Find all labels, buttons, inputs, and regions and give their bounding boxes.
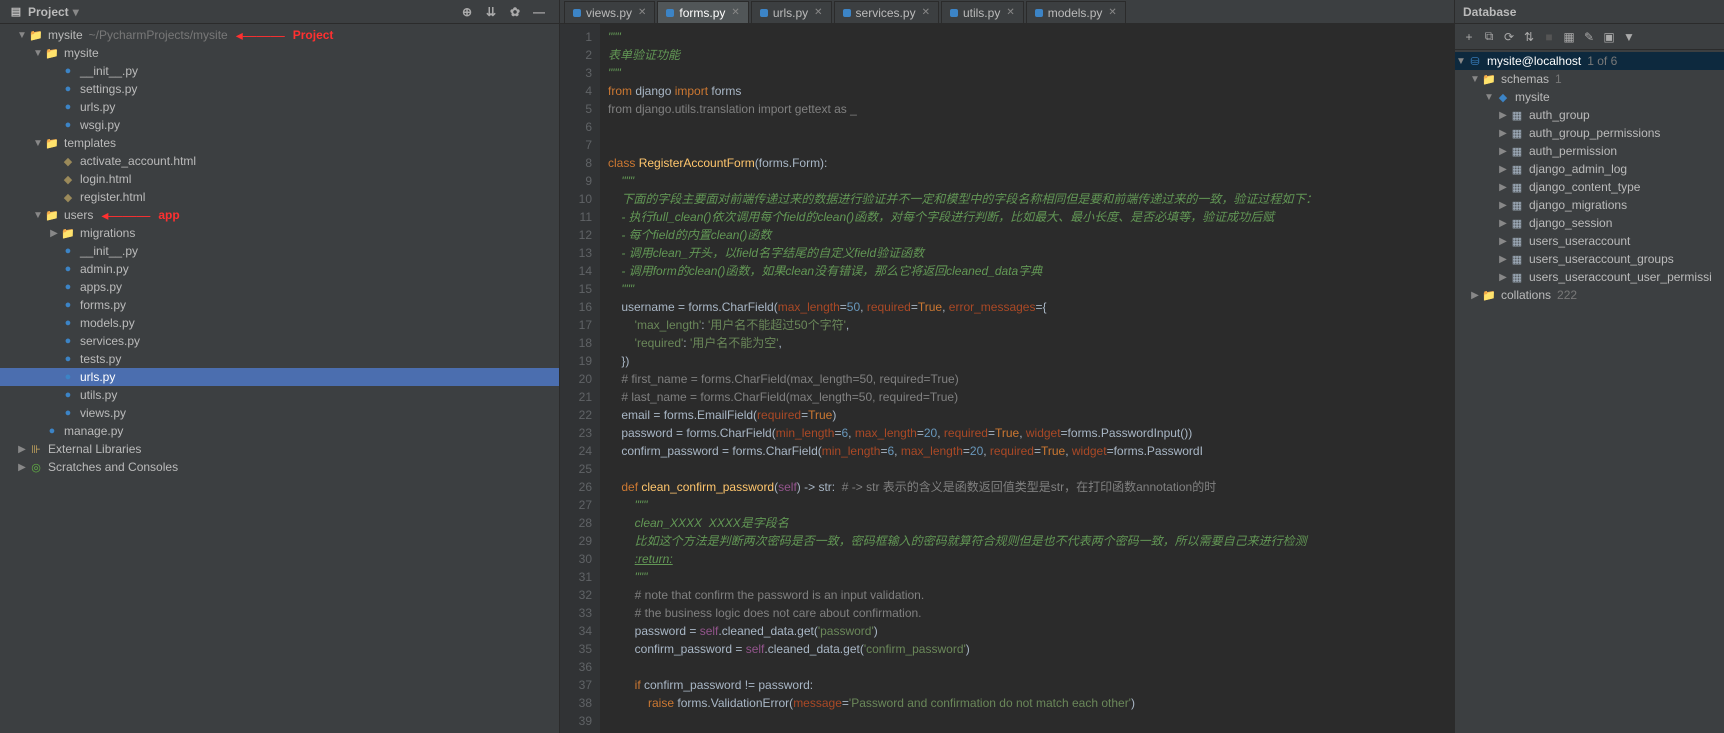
project-header: ▤ Project ▾ ⊕ ⇊ ✿ — bbox=[0, 0, 559, 24]
editor-tab[interactable]: urls.py✕ bbox=[751, 1, 832, 23]
editor-panel: views.py✕forms.py✕urls.py✕services.py✕ut… bbox=[560, 0, 1454, 733]
add-icon[interactable]: + bbox=[1459, 27, 1479, 47]
project-tree[interactable]: ▼📁mysite~/PycharmProjects/mysite◂———Proj… bbox=[0, 24, 559, 733]
database-header: Database bbox=[1455, 0, 1724, 24]
tree-node[interactable]: ●settings.py bbox=[0, 80, 559, 98]
db-tree-node[interactable]: ▶▦users_useraccount_user_permissi bbox=[1455, 268, 1724, 286]
editor-tab[interactable]: utils.py✕ bbox=[941, 1, 1024, 23]
database-tool-window: Database + ⧉ ⟳ ⇅ ■ ▦ ✎ ▣ ▼ ▼⛁mysite@loca… bbox=[1454, 0, 1724, 733]
tree-node[interactable]: ▶⊪External Libraries bbox=[0, 440, 559, 458]
db-tree-node[interactable]: ▶▦django_session bbox=[1455, 214, 1724, 232]
close-icon[interactable]: ✕ bbox=[922, 7, 930, 18]
close-icon[interactable]: ✕ bbox=[731, 7, 739, 18]
editor-tab[interactable]: models.py✕ bbox=[1026, 1, 1126, 23]
db-tree-node[interactable]: ▶▦users_useraccount bbox=[1455, 232, 1724, 250]
tree-node[interactable]: ●tests.py bbox=[0, 350, 559, 368]
db-tree-node[interactable]: ▶▦users_useraccount_groups bbox=[1455, 250, 1724, 268]
db-tree-node[interactable]: ▶▦auth_group_permissions bbox=[1455, 124, 1724, 142]
code-editor[interactable]: 1234567891011121314151617181920212223242… bbox=[560, 24, 1454, 733]
editor-tab[interactable]: forms.py✕ bbox=[657, 1, 748, 23]
tree-node[interactable]: ●utils.py bbox=[0, 386, 559, 404]
database-title: Database bbox=[1463, 5, 1516, 19]
code-area[interactable]: """ 表单验证功能 """ from django import forms … bbox=[600, 24, 1454, 733]
tree-node[interactable]: ●admin.py bbox=[0, 260, 559, 278]
db-tree-node[interactable]: ▶▦django_migrations bbox=[1455, 196, 1724, 214]
tree-node[interactable]: ●models.py bbox=[0, 314, 559, 332]
close-icon[interactable]: ✕ bbox=[814, 7, 822, 18]
editor-tab[interactable]: views.py✕ bbox=[564, 1, 655, 23]
tree-node[interactable]: ●forms.py bbox=[0, 296, 559, 314]
edit-icon[interactable]: ✎ bbox=[1579, 27, 1599, 47]
refresh-icon[interactable]: ⟳ bbox=[1499, 27, 1519, 47]
project-icon: ▤ bbox=[8, 5, 24, 19]
tree-node[interactable]: ▼📁templates bbox=[0, 134, 559, 152]
tree-node[interactable]: ●urls.py bbox=[0, 368, 559, 386]
db-tree-node[interactable]: ▶📁collations222 bbox=[1455, 286, 1724, 304]
tree-node[interactable]: ▶📁migrations bbox=[0, 224, 559, 242]
db-tree-node[interactable]: ▶▦django_content_type bbox=[1455, 178, 1724, 196]
close-icon[interactable]: ✕ bbox=[638, 7, 646, 18]
db-tree-node[interactable]: ▶▦auth_group bbox=[1455, 106, 1724, 124]
tree-node[interactable]: ▼📁mysite~/PycharmProjects/mysite◂———Proj… bbox=[0, 26, 559, 44]
tree-node[interactable]: ▶◎Scratches and Consoles bbox=[0, 458, 559, 476]
db-tree-node[interactable]: ▼⛁mysite@localhost1 of 6 bbox=[1455, 52, 1724, 70]
tree-node[interactable]: ●apps.py bbox=[0, 278, 559, 296]
stop-icon[interactable]: ■ bbox=[1539, 27, 1559, 47]
tree-node[interactable]: ◆register.html bbox=[0, 188, 559, 206]
hide-icon[interactable]: — bbox=[530, 3, 548, 21]
tree-node[interactable]: ●services.py bbox=[0, 332, 559, 350]
database-toolbar: + ⧉ ⟳ ⇅ ■ ▦ ✎ ▣ ▼ bbox=[1455, 24, 1724, 50]
tree-node[interactable]: ●manage.py bbox=[0, 422, 559, 440]
table-icon[interactable]: ▦ bbox=[1559, 27, 1579, 47]
line-gutter: 1234567891011121314151617181920212223242… bbox=[560, 24, 600, 733]
tree-node[interactable]: ●__init__.py bbox=[0, 62, 559, 80]
database-tree[interactable]: ▼⛁mysite@localhost1 of 6▼📁schemas1▼◆mysi… bbox=[1455, 50, 1724, 733]
tree-node[interactable]: ▼📁mysite bbox=[0, 44, 559, 62]
locate-icon[interactable]: ⊕ bbox=[458, 3, 476, 21]
duplicate-icon[interactable]: ⧉ bbox=[1479, 27, 1499, 47]
tree-node[interactable]: ◆login.html bbox=[0, 170, 559, 188]
close-icon[interactable]: ✕ bbox=[1108, 7, 1116, 18]
tree-node[interactable]: ●__init__.py bbox=[0, 242, 559, 260]
tree-node[interactable]: ●urls.py bbox=[0, 98, 559, 116]
tree-node[interactable]: ●views.py bbox=[0, 404, 559, 422]
filter-icon[interactable]: ▼ bbox=[1619, 27, 1639, 47]
console-icon[interactable]: ▣ bbox=[1599, 27, 1619, 47]
tree-node[interactable]: ◆activate_account.html bbox=[0, 152, 559, 170]
editor-tab[interactable]: services.py✕ bbox=[834, 1, 939, 23]
db-tree-node[interactable]: ▶▦django_admin_log bbox=[1455, 160, 1724, 178]
tree-node[interactable]: ▼📁users◂———app bbox=[0, 206, 559, 224]
project-tool-window: ▤ Project ▾ ⊕ ⇊ ✿ — ▼📁mysite~/PycharmPro… bbox=[0, 0, 560, 733]
collapse-icon[interactable]: ⇊ bbox=[482, 3, 500, 21]
settings-icon[interactable]: ✿ bbox=[506, 3, 524, 21]
db-tree-node[interactable]: ▼📁schemas1 bbox=[1455, 70, 1724, 88]
close-icon[interactable]: ✕ bbox=[1006, 7, 1014, 18]
db-tree-node[interactable]: ▶▦auth_permission bbox=[1455, 142, 1724, 160]
editor-tabs[interactable]: views.py✕forms.py✕urls.py✕services.py✕ut… bbox=[560, 0, 1454, 24]
project-title: Project bbox=[28, 5, 69, 19]
sync-icon[interactable]: ⇅ bbox=[1519, 27, 1539, 47]
tree-node[interactable]: ●wsgi.py bbox=[0, 116, 559, 134]
db-tree-node[interactable]: ▼◆mysite bbox=[1455, 88, 1724, 106]
